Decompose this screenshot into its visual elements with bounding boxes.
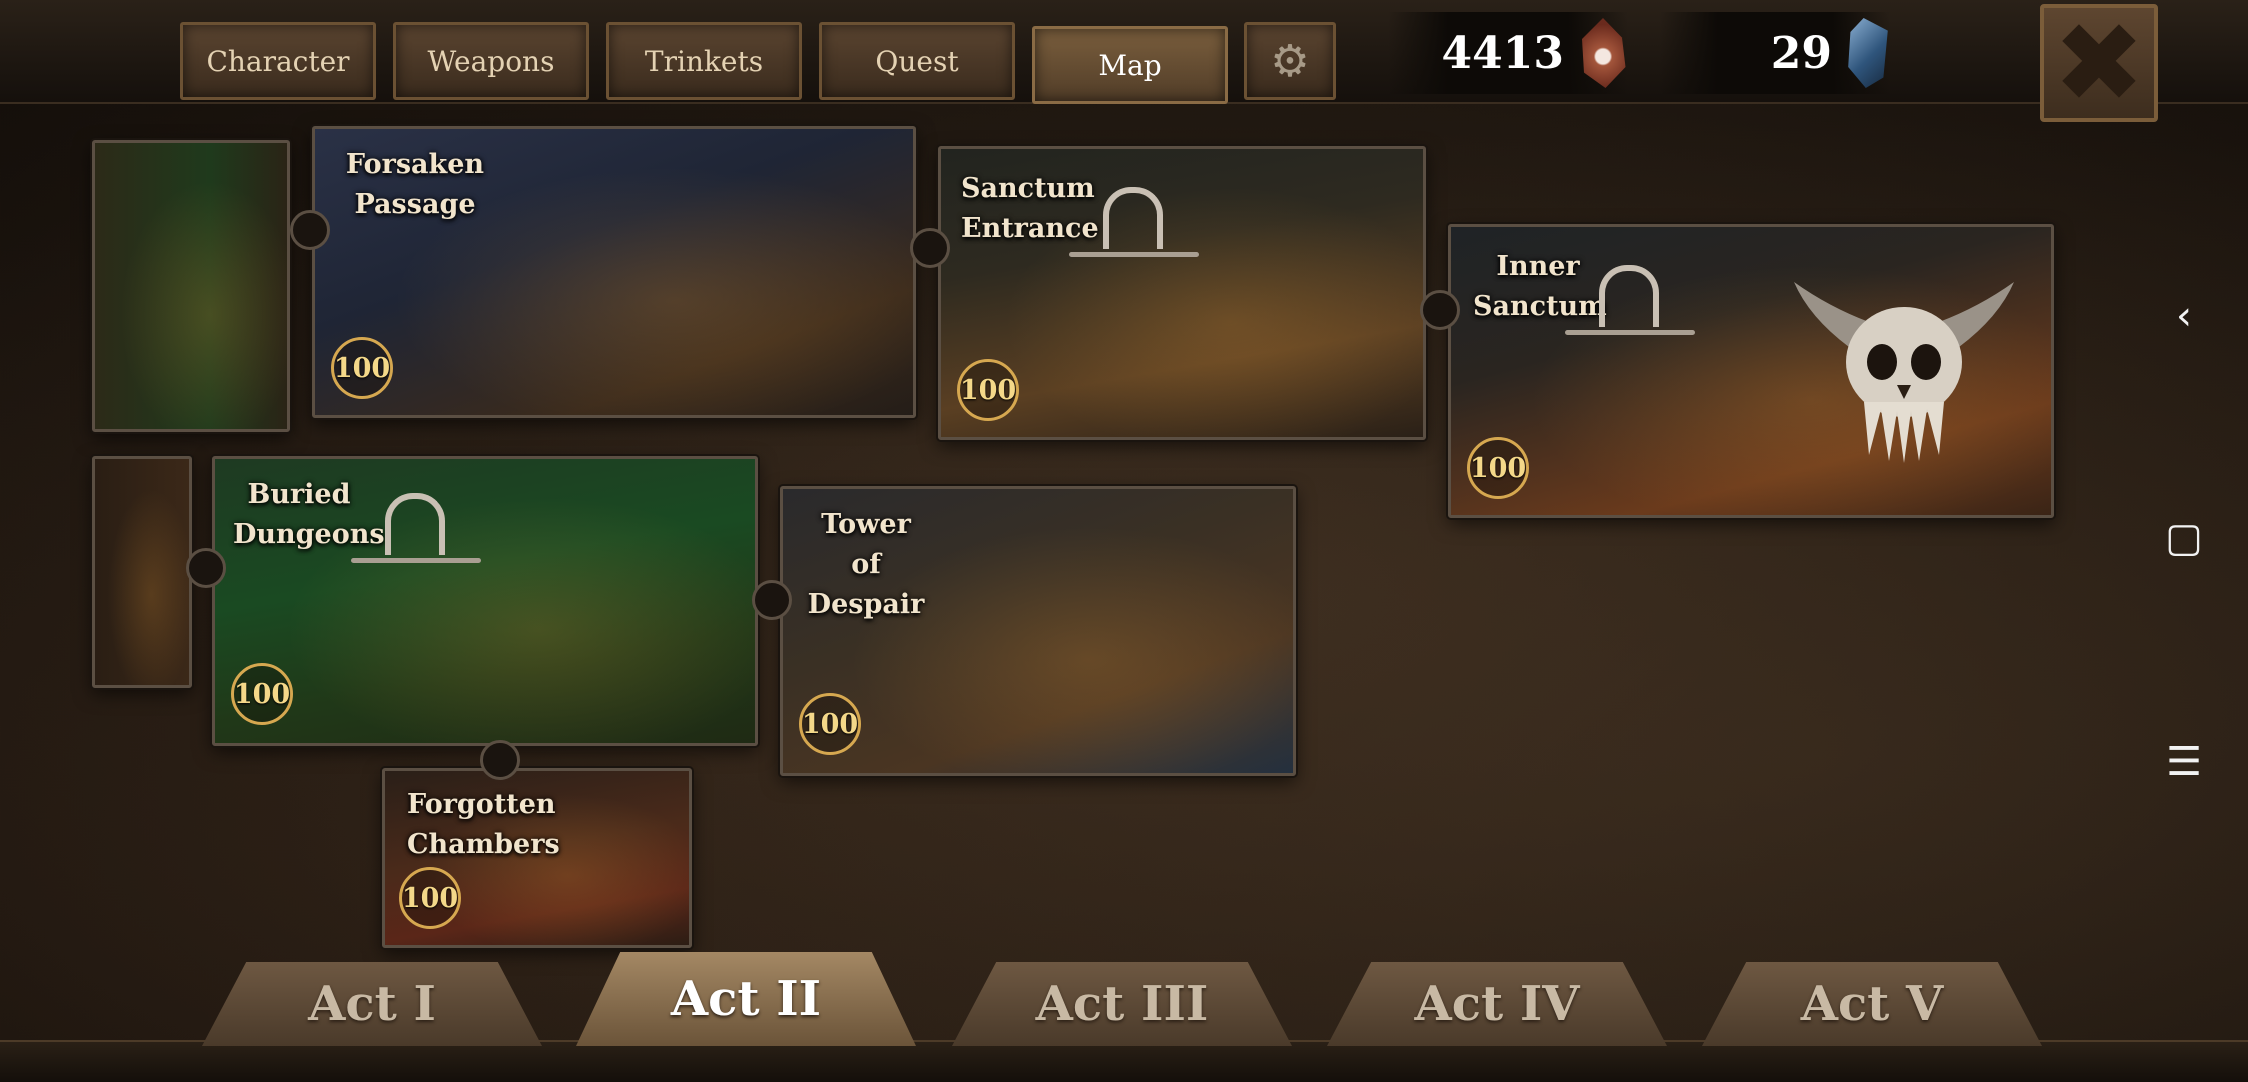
level-tile-partial-upper[interactable] (92, 140, 290, 432)
tab-weapons[interactable]: Weapons (393, 22, 589, 100)
level-title: Forgotten Chambers (407, 789, 560, 860)
level-title: Buried Dungeons (233, 479, 385, 550)
level-score-badge: 100 (399, 867, 461, 929)
gear-icon: ⚙ (1270, 35, 1310, 87)
settings-button[interactable]: ⚙ (1244, 22, 1336, 100)
level-score-badge: 100 (957, 359, 1019, 421)
level-score-badge: 100 (331, 337, 393, 399)
portal-arch-icon (351, 493, 481, 563)
level-title: Sanctum Entrance (961, 173, 1099, 244)
level-score-badge: 100 (231, 663, 293, 725)
act-bar (0, 1040, 2248, 1082)
level-title: Inner Sanctum (1473, 251, 1607, 322)
nav-back-icon[interactable]: ‹ (2162, 293, 2206, 339)
level-tile-partial-lower[interactable] (92, 456, 192, 688)
nav-home-icon[interactable]: ▢ (2162, 515, 2206, 561)
tile-connector (480, 740, 520, 780)
souls-value: 4413 (1441, 27, 1564, 79)
level-tile-forgotten-chambers[interactable]: Forgotten Chambers 100 (382, 768, 692, 948)
level-tile-buried-dungeons[interactable]: Buried Dungeons 100 (212, 456, 758, 746)
level-score-badge: 100 (799, 693, 861, 755)
level-tile-inner-sanctum[interactable]: Inner Sanctum 100 (1448, 224, 2054, 518)
level-title: Forsaken Passage (345, 149, 485, 220)
top-bar: Character Weapons Trinkets Quest Map ⚙ 4… (0, 0, 2248, 104)
boss-skull-icon (1794, 282, 2014, 463)
tab-act-1[interactable]: Act I (202, 962, 542, 1046)
nav-menu-icon[interactable]: ☰ (2162, 739, 2206, 785)
tile-connector (1420, 290, 1460, 330)
level-tile-forsaken-passage[interactable]: Forsaken Passage 100 (312, 126, 916, 418)
souls-counter: 4413 (1388, 12, 1628, 94)
close-icon: ✖ (2052, 0, 2146, 127)
level-tile-tower-of-despair[interactable]: Tower of Despair 100 (780, 486, 1296, 776)
tile-connector (752, 580, 792, 620)
tile-connector (910, 228, 950, 268)
portal-arch-icon (1565, 265, 1695, 335)
tab-trinkets[interactable]: Trinkets (606, 22, 802, 100)
tile-connector (290, 210, 330, 250)
level-tile-sanctum-entrance[interactable]: Sanctum Entrance 100 (938, 146, 1426, 440)
blue-crystal-icon (1848, 18, 1888, 88)
crystals-value: 29 (1770, 27, 1832, 79)
crystals-counter: 29 (1660, 12, 1890, 94)
close-button[interactable]: ✖ (2040, 4, 2158, 122)
tab-character[interactable]: Character (180, 22, 376, 100)
level-score-badge: 100 (1467, 437, 1529, 499)
tab-act-3[interactable]: Act III (952, 962, 1292, 1046)
tab-map[interactable]: Map (1032, 26, 1228, 104)
tab-act-2[interactable]: Act II (576, 952, 916, 1046)
tab-quest[interactable]: Quest (819, 22, 1015, 100)
portal-arch-icon (1069, 187, 1199, 257)
tab-act-5[interactable]: Act V (1702, 962, 2042, 1046)
tab-act-4[interactable]: Act IV (1327, 962, 1667, 1046)
level-title: Tower of Despair (807, 509, 925, 620)
red-soul-gem-icon (1582, 18, 1626, 88)
tile-connector (186, 548, 226, 588)
